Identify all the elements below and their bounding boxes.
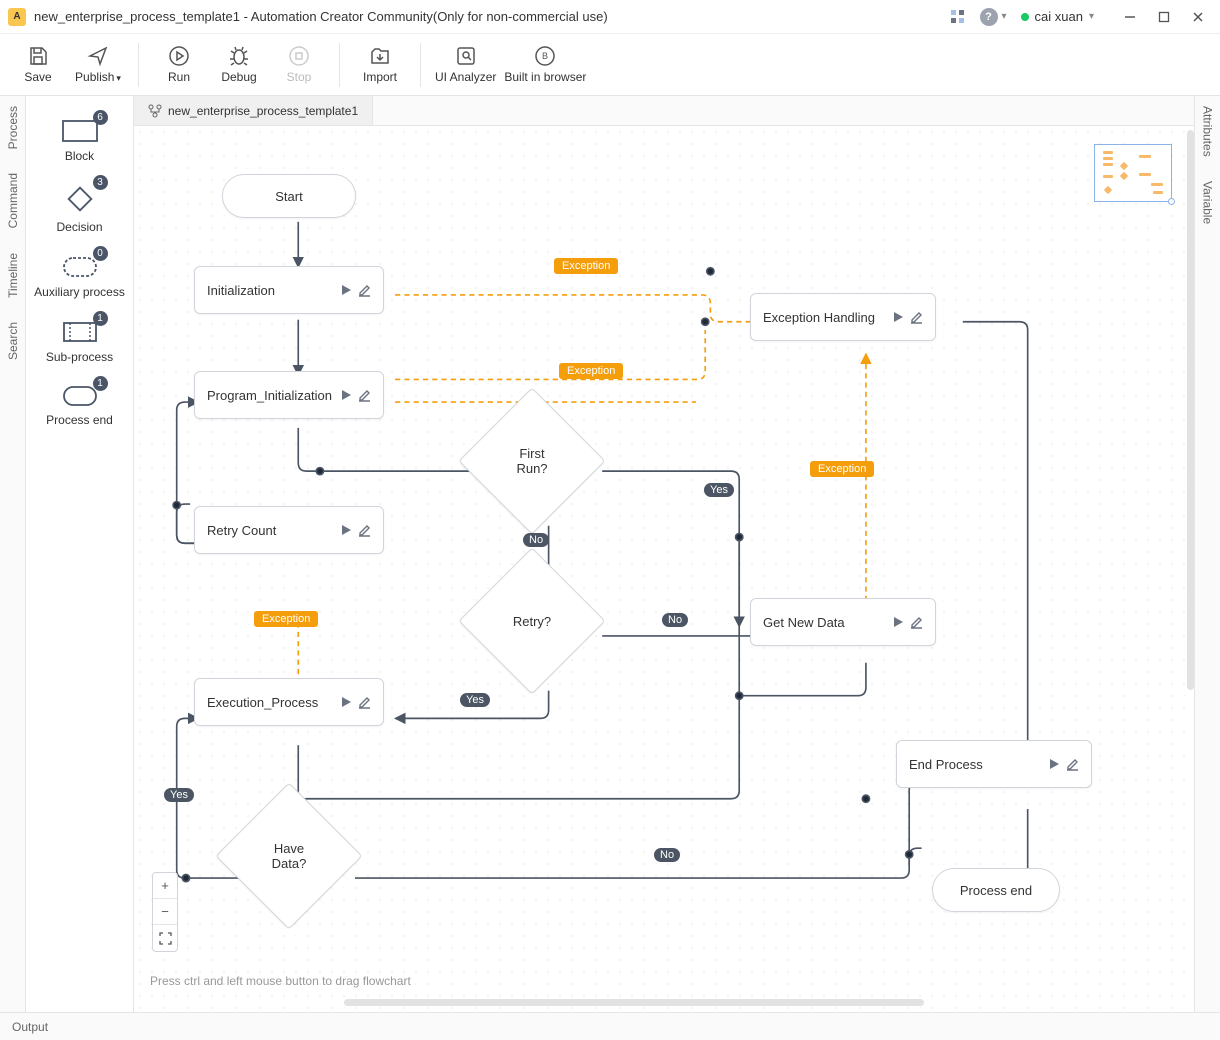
edge-label-yes: Yes — [164, 788, 194, 802]
svg-text:B: B — [542, 51, 548, 61]
status-dot — [1021, 13, 1029, 21]
edge-label-no: No — [662, 613, 688, 627]
play-icon[interactable] — [1048, 758, 1060, 770]
play-icon[interactable] — [892, 616, 904, 628]
play-icon[interactable] — [340, 284, 352, 296]
node-start[interactable]: Start — [222, 174, 356, 218]
node-retry[interactable]: Retry? — [480, 569, 584, 673]
user-name: cai xuan — [1035, 9, 1083, 24]
edge-label-exception: Exception — [554, 258, 618, 274]
edit-icon[interactable] — [358, 389, 371, 402]
zoom-controls: + − — [152, 872, 178, 952]
node-retry-count[interactable]: Retry Count — [194, 506, 384, 554]
tab-process[interactable]: Process — [6, 106, 20, 149]
shape-palette: 6 Block 3 Decision 0 Auxiliary process 1… — [26, 96, 134, 1012]
ui-analyzer-button[interactable]: UI Analyzer — [435, 36, 496, 94]
edit-icon[interactable] — [1066, 758, 1079, 771]
tab-variable[interactable]: Variable — [1201, 181, 1215, 224]
tab-timeline[interactable]: Timeline — [6, 253, 20, 298]
edit-icon[interactable] — [358, 524, 371, 537]
apps-icon[interactable] — [950, 9, 966, 25]
edge-label-exception: Exception — [559, 363, 623, 379]
run-button[interactable]: Run — [153, 36, 205, 94]
play-icon[interactable] — [340, 696, 352, 708]
horizontal-scrollbar[interactable] — [344, 999, 924, 1006]
canvas-hint: Press ctrl and left mouse button to drag… — [150, 974, 411, 988]
chevron-down-icon[interactable]: ▾ — [1002, 11, 1007, 22]
document-tabs: new_enterprise_process_template1 — [134, 96, 1194, 126]
node-process-end[interactable]: Process end — [932, 868, 1060, 912]
edit-icon[interactable] — [910, 311, 923, 324]
tab-attributes[interactable]: Attributes — [1201, 106, 1215, 157]
palette-block[interactable]: 6 Block — [26, 116, 133, 163]
divider — [138, 43, 139, 87]
flowchart-canvas[interactable]: Start Initialization Program_Initializat… — [134, 126, 1194, 1012]
edge-label-no: No — [523, 533, 549, 547]
close-button[interactable] — [1184, 5, 1212, 29]
app-icon: A — [8, 8, 26, 26]
edit-icon[interactable] — [358, 284, 371, 297]
node-first-run[interactable]: First Run? — [480, 409, 584, 513]
browser-button[interactable]: BBuilt in browser — [504, 36, 586, 94]
divider — [339, 43, 340, 87]
node-program-initialization[interactable]: Program_Initialization — [194, 371, 384, 419]
edit-icon[interactable] — [910, 616, 923, 629]
zoom-fit-button[interactable] — [153, 925, 177, 951]
play-icon[interactable] — [340, 389, 352, 401]
output-tab[interactable]: Output — [12, 1020, 48, 1034]
flowchart-icon — [148, 104, 162, 118]
edge-label-exception: Exception — [254, 611, 318, 627]
zoom-out-button[interactable]: − — [153, 899, 177, 925]
vertical-scrollbar[interactable] — [1187, 130, 1194, 690]
palette-sub-process[interactable]: 1 Sub-process — [26, 317, 133, 364]
palette-auxiliary-process[interactable]: 0 Auxiliary process — [26, 252, 133, 299]
titlebar: A new_enterprise_process_template1 - Aut… — [0, 0, 1220, 34]
node-execution-process[interactable]: Execution_Process — [194, 678, 384, 726]
node-initialization[interactable]: Initialization — [194, 266, 384, 314]
edge-label-yes: Yes — [460, 693, 490, 707]
right-sidebar: Attributes Variable — [1194, 96, 1220, 1012]
edit-icon[interactable] — [358, 696, 371, 709]
minimize-button[interactable] — [1116, 5, 1144, 29]
chevron-down-icon: ▾ — [1089, 11, 1094, 22]
edge-label-exception: Exception — [810, 461, 874, 477]
node-end-process[interactable]: End Process — [896, 740, 1092, 788]
edge-label-no: No — [654, 848, 680, 862]
maximize-button[interactable] — [1150, 5, 1178, 29]
palette-decision[interactable]: 3 Decision — [26, 181, 133, 234]
zoom-in-button[interactable]: + — [153, 873, 177, 899]
minimap[interactable] — [1094, 144, 1172, 202]
palette-process-end[interactable]: 1 Process end — [26, 382, 133, 427]
stop-button: Stop — [273, 36, 325, 94]
play-icon[interactable] — [340, 524, 352, 536]
node-exception-handling[interactable]: Exception Handling — [750, 293, 936, 341]
tab-command[interactable]: Command — [6, 173, 20, 228]
user-menu[interactable]: cai xuan ▾ — [1021, 9, 1094, 24]
node-have-data[interactable]: Have Data? — [237, 804, 341, 908]
save-button[interactable]: Save — [12, 36, 64, 94]
tab-search[interactable]: Search — [6, 322, 20, 360]
debug-button[interactable]: Debug — [213, 36, 265, 94]
edge-label-yes: Yes — [704, 483, 734, 497]
node-get-new-data[interactable]: Get New Data — [750, 598, 936, 646]
help-icon[interactable]: ? — [980, 8, 998, 26]
publish-button[interactable]: Publish▾ — [72, 36, 124, 94]
play-icon[interactable] — [892, 311, 904, 323]
status-bar: Output — [0, 1012, 1220, 1040]
chevron-down-icon: ▾ — [116, 73, 121, 83]
left-sidebar: Process Command Timeline Search — [0, 96, 26, 1012]
window-title: new_enterprise_process_template1 - Autom… — [34, 9, 950, 24]
toolbar: Save Publish▾ Run Debug Stop Import UI A… — [0, 34, 1220, 96]
document-tab[interactable]: new_enterprise_process_template1 — [134, 96, 373, 125]
import-button[interactable]: Import — [354, 36, 406, 94]
divider — [420, 43, 421, 87]
